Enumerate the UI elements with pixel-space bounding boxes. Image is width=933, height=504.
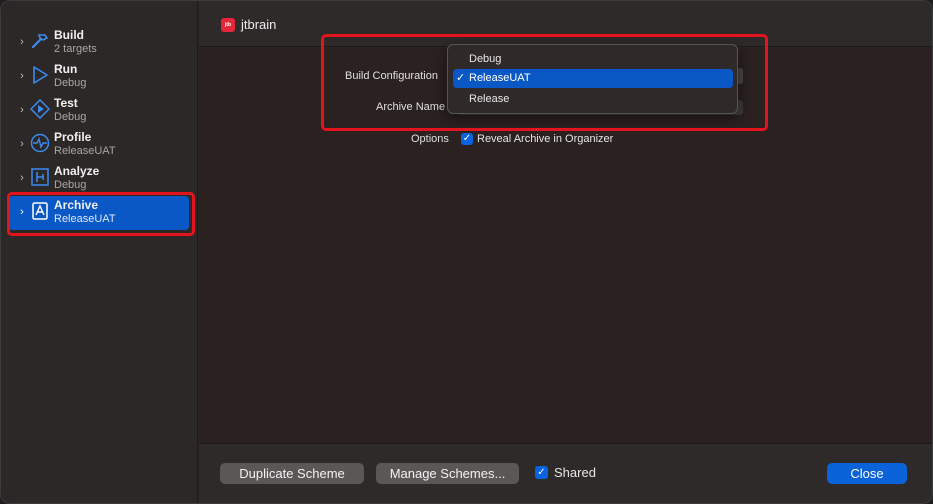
chevron-right-icon[interactable]: › [17,69,27,83]
play-icon [30,65,50,85]
manage-schemes-button[interactable]: Manage Schemes... [376,463,519,484]
waveform-icon [30,133,50,153]
action-subtitle: ReleaseUAT [54,145,116,157]
scheme-app-icon: jtb [221,18,235,32]
options-label: Options [411,133,449,145]
chevron-right-icon[interactable]: › [17,103,27,117]
analyze-icon [30,167,50,187]
diamond-play-icon [30,99,50,119]
sidebar-item-profile[interactable]: › Profile ReleaseUAT [9,128,189,162]
action-name: Analyze [54,164,100,178]
scheme-name: jtbrain [241,17,277,32]
shared-checkbox[interactable]: ✓ [535,466,548,479]
sidebar-item-run[interactable]: › Run Debug [9,60,189,94]
chevron-right-icon[interactable]: › [17,137,27,151]
action-subtitle: 2 targets [54,43,97,55]
highlight-config-box [321,34,768,131]
shared-label: Shared [554,465,596,480]
close-button[interactable]: Close [827,463,907,484]
hammer-icon [30,31,50,51]
reveal-archive-checkbox[interactable]: ✓ [461,133,473,145]
action-name: Test [54,96,78,110]
sidebar-item-analyze[interactable]: › Analyze Debug [9,162,189,196]
scheme-editor-window: › Build 2 targets › Run Debug › Test Deb… [0,0,933,504]
chevron-right-icon[interactable]: › [17,171,27,185]
action-name: Build [54,28,84,42]
action-subtitle: Debug [54,77,87,89]
action-subtitle: Debug [54,179,87,191]
sidebar-item-build[interactable]: › Build 2 targets [9,26,189,60]
scheme-actions-sidebar: › Build 2 targets › Run Debug › Test Deb… [1,1,198,503]
reveal-archive-label: Reveal Archive in Organizer [477,133,614,145]
highlight-archive-box [7,192,195,236]
duplicate-scheme-button[interactable]: Duplicate Scheme [220,463,364,484]
sidebar-item-test[interactable]: › Test Debug [9,94,189,128]
chevron-right-icon[interactable]: › [17,35,27,49]
action-subtitle: Debug [54,111,87,123]
action-name: Run [54,62,78,76]
action-name: Profile [54,130,92,144]
